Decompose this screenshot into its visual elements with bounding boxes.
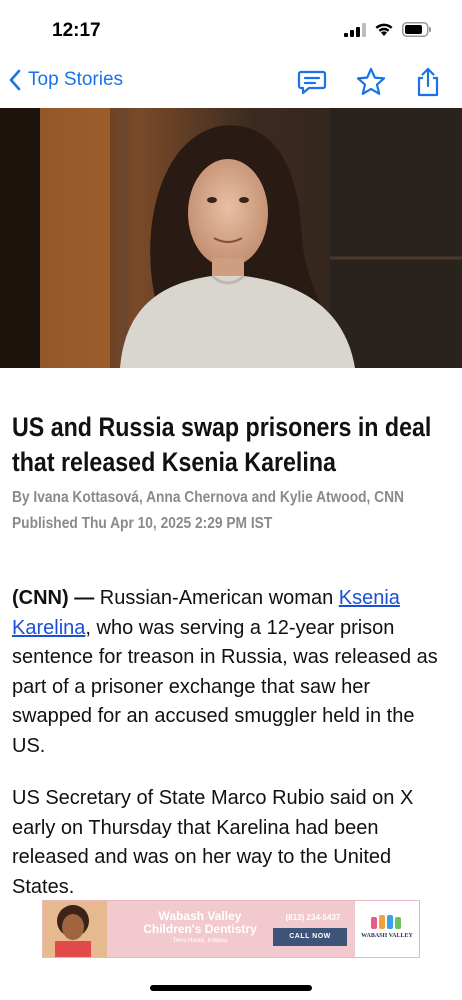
status-icons <box>344 22 432 37</box>
back-button[interactable]: Top Stories <box>8 68 123 92</box>
ad-call-now-button[interactable]: CALL NOW <box>273 928 347 946</box>
home-indicator[interactable] <box>150 985 312 991</box>
comment-icon <box>297 70 327 95</box>
ad-phone: (812) 234-5437 <box>285 913 341 922</box>
ad-name-line2: Children's Dentistry <box>143 922 257 936</box>
nav-bar: Top Stories <box>0 60 462 106</box>
article-dateline: (CNN) — <box>12 587 95 609</box>
article-published-date: Published Thu Apr 10, 2025 2:29 PM IST <box>12 515 273 532</box>
ad-business-name: Wabash Valley Children's Dentistry <box>135 910 265 936</box>
bookmark-star-button[interactable] <box>355 66 387 98</box>
battery-icon <box>402 22 431 37</box>
share-button[interactable] <box>412 66 444 98</box>
back-label: Top Stories <box>28 69 124 90</box>
article-paragraph-2: US Secretary of State Marco Rubio said o… <box>12 787 414 898</box>
ad-child-photo <box>43 901 107 957</box>
article-paragraph-1: (CNN) — Russian-American woman Ksenia Ka… <box>12 584 452 761</box>
hero-photo <box>0 108 462 368</box>
cellular-signal-icon <box>344 22 366 37</box>
comments-button[interactable] <box>296 66 328 98</box>
paragraph-text: Russian-American woman <box>94 587 339 609</box>
tooth-logo-icon <box>371 915 401 929</box>
ad-city: Terre Haute, Indiana <box>172 938 228 944</box>
wifi-icon <box>375 23 393 36</box>
article-byline: By Ivana Kottasová, Anna Chernova and Ky… <box>12 489 404 506</box>
status-bar: 12:17 <box>0 0 462 60</box>
hero-image[interactable] <box>0 108 462 368</box>
ad-logo-text: WABASH VALLEY <box>361 933 413 939</box>
article-headline: US and Russia swap prisoners in deal tha… <box>12 412 432 477</box>
share-icon <box>417 67 439 97</box>
star-icon <box>356 67 386 95</box>
status-time: 12:17 <box>52 20 101 41</box>
ad-logo: WABASH VALLEY <box>355 901 419 957</box>
article-header: US and Russia swap prisoners in deal tha… <box>12 410 452 536</box>
ad-banner[interactable]: Wabash Valley Children's Dentistry Terre… <box>42 900 420 958</box>
chevron-left-icon <box>9 69 21 91</box>
